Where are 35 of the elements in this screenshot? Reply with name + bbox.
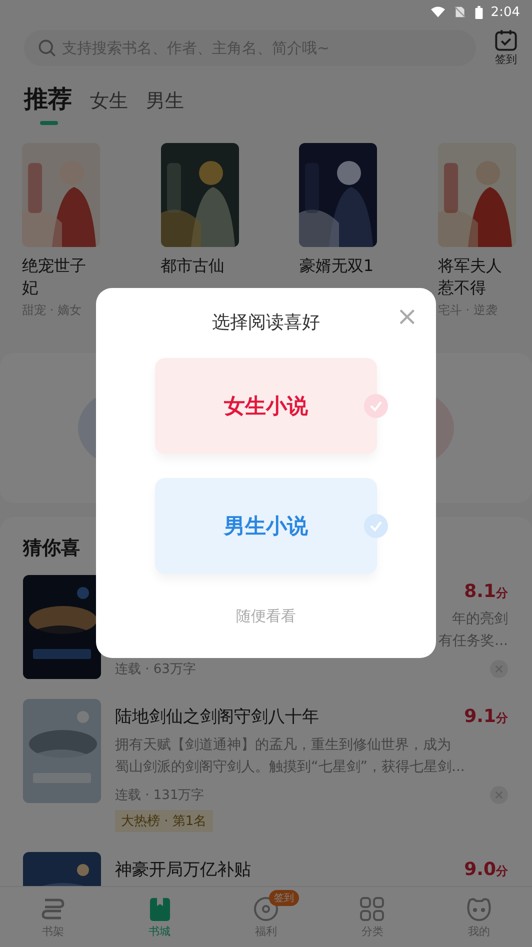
book-score: 9.0分 [464,859,508,880]
book-title[interactable]: 将军夫人惹不得 [438,255,516,299]
book-title[interactable]: 豪婿无双1 [299,255,378,277]
book-meta: 连载 · 63万字 [115,661,196,678]
battery-icon [474,6,483,18]
close-button[interactable]: × [396,304,418,330]
nav-badge: 签到 [268,890,299,906]
book-meta: 连载 · 131万字 [115,787,204,804]
category-tab[interactable]: 推荐 [24,83,72,125]
panda-icon [466,896,492,922]
status-time: 2:04 [490,4,520,20]
book-description: 年的亮剑 有任务奖... [438,610,508,651]
book-title[interactable]: 陆地剑仙之剑阁守剑八十年 [115,705,319,728]
preference-option[interactable]: 女生小说 [155,358,377,454]
checkin-button[interactable]: 签到 [494,28,518,67]
search-icon [38,38,56,56]
category-tab[interactable]: 男生 [146,88,184,124]
wifi-icon [430,6,445,18]
no-sim-icon [452,6,467,18]
grid-icon [359,896,386,922]
close-icon[interactable] [490,786,508,804]
category-tab[interactable]: 女生 [90,88,128,124]
skip-link[interactable]: 随便看看 [230,606,302,627]
book-score: 9.1分 [464,706,508,727]
preference-option[interactable]: 男生小说 [155,478,377,574]
dialog-title: 选择阅读喜好 [212,311,320,334]
nav-tab[interactable]: 书城 [106,887,213,947]
section-title: 猜你喜 [23,536,81,561]
book-description: 拥有天赋【剑道通神】的孟凡，重生到修仙世界，成为 蜀山剑派的剑阁守剑人。触摸到“七星剑”，获得七星剑... [115,736,466,777]
book-score: 8.1分 [464,581,508,602]
rank-badge: 大热榜 · 第1名 [115,810,213,832]
book-title[interactable]: 都市古仙 [160,255,239,277]
book-title[interactable]: 神豪开局万亿补贴 [115,858,251,881]
book-title[interactable]: 绝宠世子妃 [22,255,100,299]
close-icon[interactable] [490,660,508,678]
